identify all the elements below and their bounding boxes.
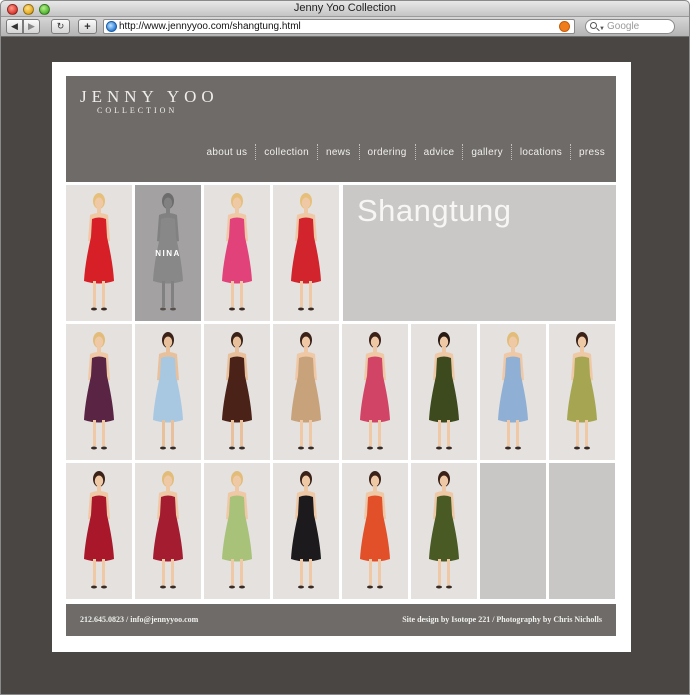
search-placeholder: Google [607,21,640,32]
dress-thumbnail[interactable] [204,185,270,321]
title-bar: Jenny Yoo Collection [1,1,689,17]
browser-toolbar: ◀ ▶ ↻ + http://www.jennyyoo.com/shangtun… [1,17,689,37]
dress-thumbnail[interactable] [66,463,132,599]
page-title: Shangtung [357,193,512,228]
site-logo-subtitle[interactable]: COLLECTION [97,106,177,115]
dress-thumbnail[interactable]: NINA [135,185,201,321]
model-figure [84,471,114,589]
footer-contact[interactable]: 212.645.0823 / info@jennyyoo.com [80,615,198,624]
dress-thumbnail[interactable] [342,463,408,599]
dress-thumbnail[interactable] [204,463,270,599]
nav-link-locations[interactable]: locations [512,147,570,158]
empty-tile [549,463,615,599]
model-figure [429,332,459,450]
site-header: JENNY YOO COLLECTION about us collection n… [66,76,616,182]
model-figure [498,332,528,450]
url-text: http://www.jennyyoo.com/shangtung.html [119,21,301,32]
model-figure [153,471,183,589]
model-figure [222,193,252,311]
dress-thumbnail[interactable] [66,185,132,321]
model-figure [84,332,114,450]
dress-thumbnail[interactable] [273,324,339,460]
back-button[interactable]: ◀ [6,19,23,34]
plus-icon: + [84,20,91,33]
browser-window: Jenny Yoo Collection ◀ ▶ ↻ + http://www.… [0,0,690,695]
model-figure [84,193,114,311]
hover-overlay: NINA [135,185,201,321]
model-figure [153,332,183,450]
site-logo[interactable]: JENNY YOO [80,87,219,107]
model-figure [429,471,459,589]
nav-link-about-us[interactable]: about us [198,147,255,158]
address-bar[interactable]: http://www.jennyyoo.com/shangtung.html [103,19,575,34]
hero-panel: Shangtung [343,185,616,321]
nav-link-gallery[interactable]: gallery [463,147,511,158]
dress-photo-grid: Shangtung NINA [66,185,616,602]
model-figure [291,332,321,450]
search-field[interactable]: ▼ Google [585,19,675,34]
model-figure [360,471,390,589]
model-figure [291,471,321,589]
nav-link-advice[interactable]: advice [416,147,463,158]
nav-link-ordering[interactable]: ordering [360,147,415,158]
search-icon [590,22,597,29]
dress-thumbnail[interactable] [273,463,339,599]
model-figure [360,332,390,450]
search-menu-caret-icon[interactable]: ▼ [599,23,605,36]
globe-icon [106,21,117,32]
dress-thumbnail[interactable] [66,324,132,460]
model-figure [291,193,321,311]
dress-name-label: NINA [155,249,181,258]
reload-icon: ↻ [56,21,65,31]
model-figure [222,471,252,589]
reload-button[interactable]: ↻ [51,19,70,34]
model-figure [222,332,252,450]
dress-thumbnail[interactable] [480,324,546,460]
dress-thumbnail[interactable] [342,324,408,460]
rss-icon[interactable] [559,21,570,32]
dress-thumbnail[interactable] [411,463,477,599]
dress-thumbnail[interactable] [411,324,477,460]
window-title: Jenny Yoo Collection [293,2,397,14]
dress-thumbnail[interactable] [135,463,201,599]
forward-arrow-icon: ▶ [28,21,35,31]
dress-thumbnail[interactable] [204,324,270,460]
footer-credits[interactable]: Site design by Isotope 221 / Photography… [402,615,602,624]
nav-link-news[interactable]: news [318,147,359,158]
nav-link-collection[interactable]: collection [256,147,317,158]
site-footer: 212.645.0823 / info@jennyyoo.com Site de… [66,604,616,636]
web-page: JENNY YOO COLLECTION about us collection n… [52,62,631,652]
dress-thumbnail[interactable] [549,324,615,460]
forward-button[interactable]: ▶ [23,19,40,34]
nav-link-press[interactable]: press [571,147,605,158]
empty-tile [480,463,546,599]
main-nav: about us collection news ordering advice gall… [198,144,605,160]
dress-thumbnail[interactable] [273,185,339,321]
model-figure [567,332,597,450]
add-bookmark-button[interactable]: + [78,19,97,34]
back-arrow-icon: ◀ [11,21,18,31]
dress-thumbnail[interactable] [135,324,201,460]
